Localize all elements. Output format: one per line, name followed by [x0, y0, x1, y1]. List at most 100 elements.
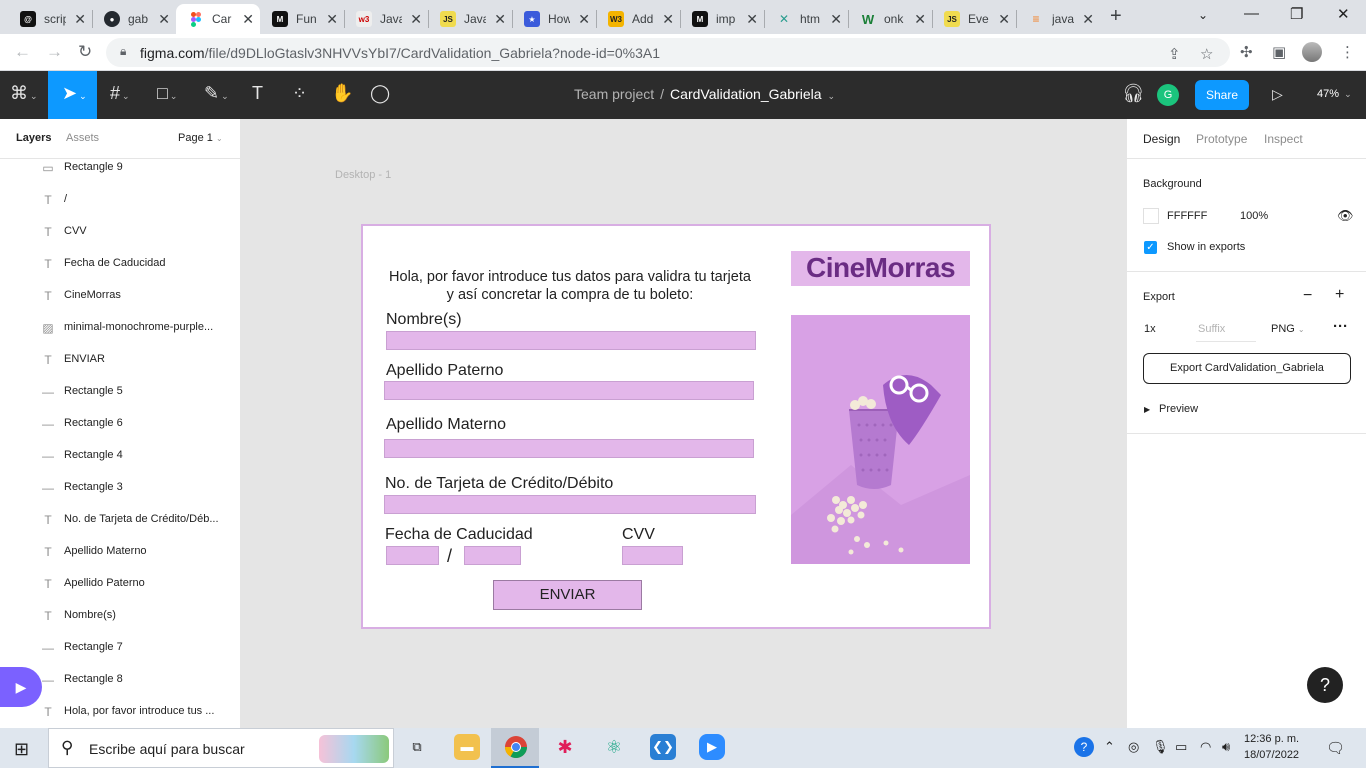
layer-row[interactable]: T No. de Tarjeta de Crédito/Déb...: [0, 504, 240, 536]
enviar-button[interactable]: ENVIAR: [493, 580, 642, 610]
browser-tab[interactable]: W onk ✕: [848, 4, 932, 34]
layer-row[interactable]: T Fecha de Caducidad: [0, 248, 240, 280]
video-camera-icon[interactable]: ▶: [0, 667, 42, 707]
wifi-icon[interactable]: ◠: [1200, 739, 1211, 755]
frame-tool-icon[interactable]: # ⌄: [110, 83, 130, 104]
chrome-menu-icon[interactable]: ⋮: [1340, 43, 1355, 61]
close-tab-icon[interactable]: ✕: [746, 11, 758, 28]
task-view-icon[interactable]: ⧉: [404, 734, 430, 760]
atom-icon[interactable]: ⚛: [601, 734, 627, 760]
lock-icon[interactable]: 🔒︎: [120, 44, 126, 59]
checkbox-checked-icon[interactable]: ✓: [1144, 241, 1157, 254]
layer-row[interactable]: T Apellido Paterno: [0, 568, 240, 600]
plus-icon[interactable]: +: [1335, 286, 1344, 304]
eye-visibility-icon[interactable]: 👁︎: [1337, 208, 1354, 224]
export-scale[interactable]: 1x: [1144, 323, 1156, 335]
close-tab-icon[interactable]: ✕: [242, 11, 254, 28]
background-opacity[interactable]: 100%: [1240, 210, 1268, 222]
layer-row[interactable]: T CineMorras: [0, 280, 240, 312]
browser-tab[interactable]: M imp ✕: [680, 4, 764, 34]
user-avatar[interactable]: G: [1157, 84, 1179, 106]
caret-right-icon[interactable]: ▶: [1144, 405, 1150, 414]
camera-tray-icon[interactable]: ◎: [1128, 739, 1139, 755]
tab-inspect[interactable]: Inspect: [1264, 132, 1303, 146]
microphone-icon[interactable]: 🎙︎: [1152, 739, 1169, 755]
input-nombre[interactable]: [386, 331, 756, 350]
taskbar-search[interactable]: ⚲ Escribe aquí para buscar: [48, 728, 394, 768]
input-apellido-paterno[interactable]: [384, 381, 754, 400]
project-name[interactable]: Team project: [574, 86, 654, 102]
export-suffix-input[interactable]: Suffix: [1198, 323, 1225, 335]
close-tab-icon[interactable]: ✕: [914, 11, 926, 28]
tab-prototype[interactable]: Prototype: [1196, 132, 1247, 146]
move-tool-button[interactable]: ➤ ⌄: [48, 71, 97, 119]
browser-tab[interactable]: M Fun ✕: [260, 4, 344, 34]
close-tab-icon[interactable]: ✕: [830, 11, 842, 28]
browser-tab[interactable]: ≡ java ✕: [1016, 4, 1100, 34]
layer-row[interactable]: T ENVIAR: [0, 344, 240, 376]
input-cvv[interactable]: [622, 546, 683, 565]
chevron-down-icon[interactable]: ⌄: [827, 91, 835, 101]
browser-tab[interactable]: JS Eve ✕: [932, 4, 1016, 34]
back-icon[interactable]: ←: [14, 42, 31, 62]
file-name[interactable]: CardValidation_Gabriela: [670, 86, 822, 102]
browser-tab[interactable]: JS Java ✕: [428, 4, 512, 34]
zoom-level[interactable]: 47% ⌄: [1317, 88, 1352, 100]
popcorn-photo[interactable]: [791, 315, 970, 564]
more-options-icon[interactable]: ···: [1333, 318, 1348, 335]
layer-row[interactable]: ▭ Rectangle 9: [0, 152, 240, 184]
volume-icon[interactable]: 🔊︎: [1222, 739, 1230, 755]
chevron-up-icon[interactable]: ⌃: [1104, 739, 1115, 755]
shape-tool-icon[interactable]: □ ⌄: [157, 83, 177, 104]
layer-row[interactable]: — Rectangle 6: [0, 408, 240, 440]
layer-row[interactable]: — Rectangle 3: [0, 472, 240, 504]
notifications-icon[interactable]: 🗨︎: [1326, 739, 1345, 757]
input-mes[interactable]: [386, 546, 439, 565]
new-tab-icon[interactable]: +: [1110, 5, 1122, 28]
browser-tab[interactable]: W3 Add ✕: [596, 4, 680, 34]
preview-toggle[interactable]: Preview: [1159, 403, 1198, 415]
reload-icon[interactable]: ↻: [78, 42, 92, 62]
layer-row[interactable]: — Rectangle 5: [0, 376, 240, 408]
layer-row[interactable]: ▨ minimal-monochrome-purple...: [0, 312, 240, 344]
browser-tab-active[interactable]: Car ✕: [176, 4, 260, 34]
forward-icon[interactable]: →: [46, 42, 63, 62]
bookmark-star-icon[interactable]: ☆: [1200, 45, 1213, 63]
file-explorer-icon[interactable]: ▬: [454, 734, 480, 760]
layer-row[interactable]: — Rectangle 7: [0, 632, 240, 664]
input-anio[interactable]: [464, 546, 521, 565]
hand-tool-icon[interactable]: ✋: [331, 83, 353, 104]
close-tab-icon[interactable]: ✕: [662, 11, 674, 28]
slack-icon[interactable]: ✱: [552, 734, 578, 760]
browser-tab[interactable]: @ scrip ✕: [8, 4, 92, 34]
profile-avatar[interactable]: [1302, 42, 1322, 62]
text-tool-icon[interactable]: T: [252, 83, 263, 104]
minus-icon[interactable]: −: [1303, 287, 1312, 305]
comment-tool-icon[interactable]: ◯: [370, 83, 390, 104]
audio-headphones-icon[interactable]: 🎧︎: [1122, 83, 1145, 104]
page-selector[interactable]: Page 1 ⌄: [178, 132, 223, 144]
url-bar[interactable]: 🔒︎ figma.com/file/d9DLloGtaslv3NHVVsYbI7…: [106, 38, 1230, 67]
close-tab-icon[interactable]: ✕: [578, 11, 590, 28]
input-tarjeta[interactable]: [384, 495, 756, 514]
close-window-icon[interactable]: ✕: [1337, 5, 1350, 23]
layer-row[interactable]: T Apellido Materno: [0, 536, 240, 568]
help-button[interactable]: ?: [1307, 667, 1343, 703]
chrome-icon[interactable]: [503, 734, 529, 760]
desktop-frame[interactable]: Hola, por favor introduce tus datos para…: [361, 224, 991, 629]
browser-tab[interactable]: ✕ htm ✕: [764, 4, 848, 34]
design-canvas[interactable]: Desktop - 1 Hola, por favor introduce tu…: [241, 119, 1126, 728]
export-format-select[interactable]: PNG ⌄: [1271, 323, 1305, 335]
layer-row[interactable]: — Rectangle 4: [0, 440, 240, 472]
close-tab-icon[interactable]: ✕: [494, 11, 506, 28]
background-color-swatch[interactable]: [1143, 208, 1159, 224]
minimize-icon[interactable]: —: [1244, 5, 1259, 22]
tab-layers[interactable]: Layers: [16, 132, 51, 144]
restore-icon[interactable]: ❐: [1290, 5, 1303, 23]
share-page-icon[interactable]: ⇪: [1168, 45, 1181, 63]
layer-row[interactable]: T CVV: [0, 216, 240, 248]
close-tab-icon[interactable]: ✕: [158, 11, 170, 28]
windows-start-icon[interactable]: ⊞: [14, 739, 29, 760]
frame-label[interactable]: Desktop - 1: [335, 169, 391, 181]
browser-tab[interactable]: ● gab ✕: [92, 4, 176, 34]
